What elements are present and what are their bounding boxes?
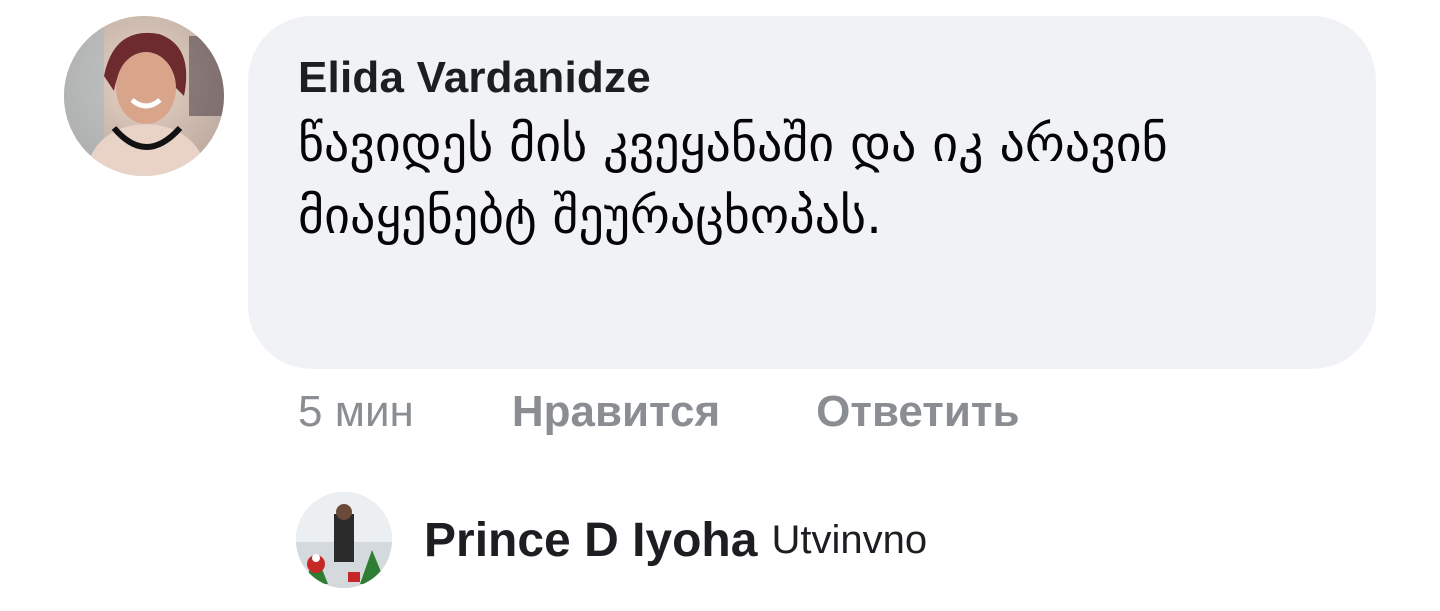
- reply-avatar[interactable]: [296, 492, 392, 588]
- profile-photo: [64, 16, 224, 176]
- like-button[interactable]: Нравится: [512, 387, 720, 437]
- comment: Elida Vardanidze წავიდეს მის კვეყანაში დ…: [0, 0, 1440, 470]
- comment-time[interactable]: 5 мин: [298, 387, 414, 437]
- comment-bubble: Elida Vardanidze წავიდეს მის კვეყანაში დ…: [248, 16, 1376, 369]
- reply-author[interactable]: Prince D Iyoha: [424, 513, 757, 568]
- avatar[interactable]: [64, 16, 224, 176]
- reply-profile-photo: [296, 492, 392, 588]
- comment-text: წავიდეს მის კვეყანაში და იკ არავინ მიაყე…: [298, 115, 1168, 245]
- reply-comment: Prince D Iyoha Utvinvno: [296, 492, 927, 588]
- reply-text: Utvinvno: [771, 517, 928, 562]
- reply-button[interactable]: Ответить: [816, 387, 1019, 437]
- comment-actions: 5 мин Нравится Ответить: [298, 382, 1020, 442]
- comment-author[interactable]: Elida Vardanidze: [298, 50, 1336, 106]
